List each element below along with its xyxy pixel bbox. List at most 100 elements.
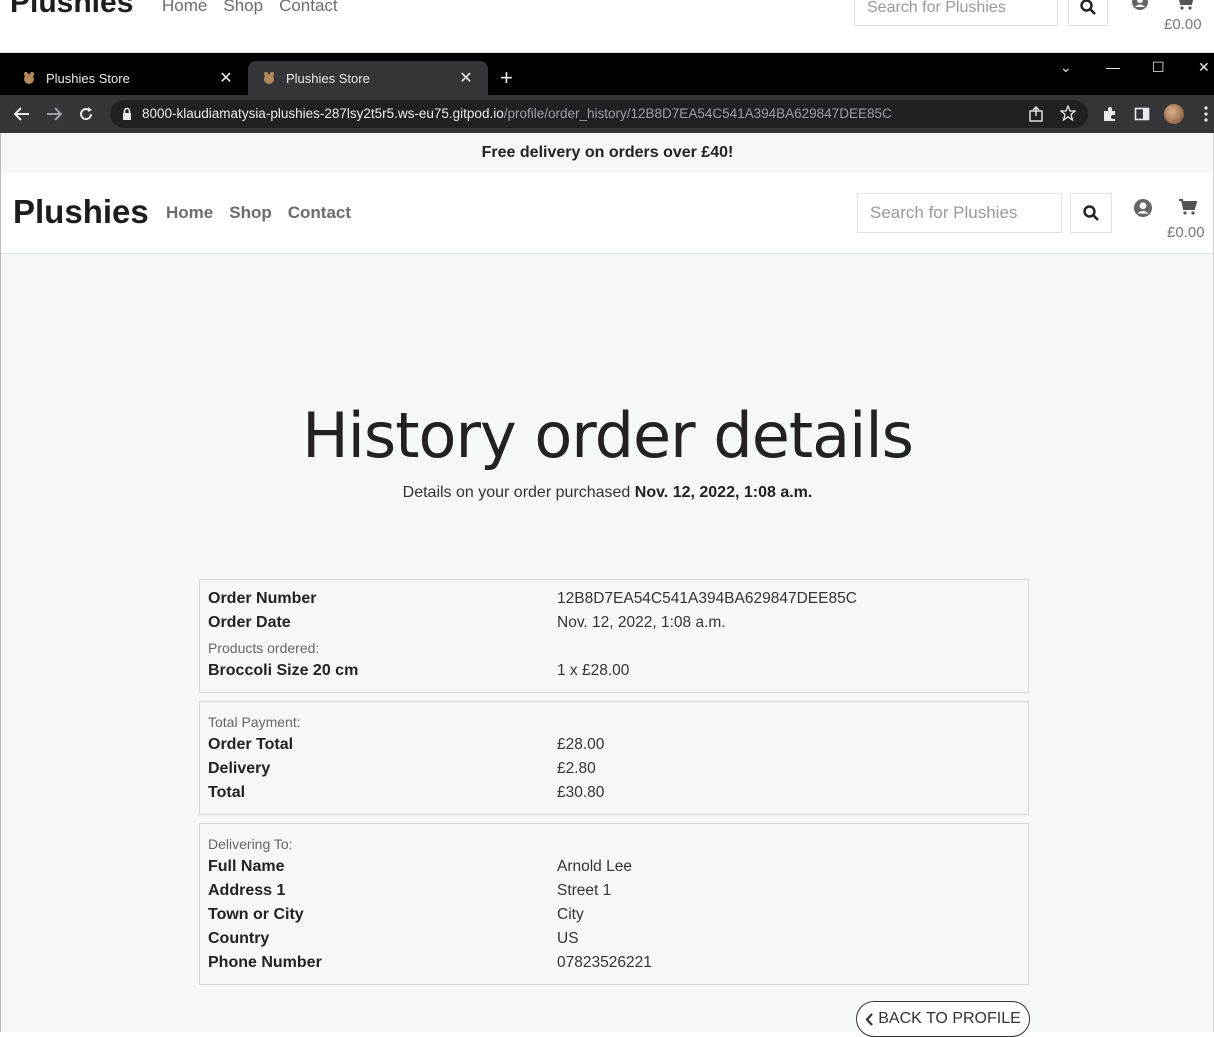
profile-avatar[interactable] — [1164, 104, 1184, 124]
phone-value: 07823526221 — [557, 954, 652, 971]
city-label: Town or City — [208, 906, 304, 923]
delivery-box: Delivering To: Full Name Arnold Lee Addr… — [199, 823, 1029, 985]
grand-total-value: £30.80 — [557, 784, 605, 801]
background-cart-total: £0.00 — [1164, 16, 1202, 33]
search-button[interactable] — [1070, 193, 1112, 233]
full-name-label: Full Name — [208, 858, 285, 875]
cart-icon[interactable] — [1179, 199, 1197, 215]
order-info-box: Order Number 12B8D7EA54C541A394BA629847D… — [199, 579, 1029, 693]
tab-title: Plushies Store — [46, 70, 130, 86]
share-icon[interactable] — [1028, 106, 1044, 122]
order-date-value: Nov. 12, 2022, 1:08 a.m. — [557, 614, 726, 631]
nav-shop[interactable]: Shop — [229, 203, 272, 223]
country-label: Country — [208, 930, 270, 947]
tab-title: Plushies Store — [286, 70, 370, 86]
cart-icon[interactable] — [1176, 0, 1194, 10]
order-total-label: Order Total — [208, 736, 294, 753]
order-total-value: £28.00 — [557, 736, 605, 753]
browser-tab-2[interactable]: Plushies Store ✕ — [248, 61, 488, 95]
side-panel-icon[interactable] — [1132, 104, 1152, 124]
back-to-profile-label: BACK TO PROFILE — [878, 1010, 1021, 1027]
order-date-row: Order Date Nov. 12, 2022, 1:08 a.m. — [208, 614, 1018, 638]
product-row: Broccoli Size 20 cm 1 x £28.00 — [208, 662, 1018, 686]
order-number-label: Order Number — [208, 590, 317, 607]
chevron-left-icon — [865, 1012, 874, 1026]
country-value: US — [557, 930, 579, 947]
address-bar[interactable]: 8000-klaudiamatysia-plushies-287lsy2t5r5… — [110, 100, 1088, 128]
city-value: City — [557, 906, 584, 923]
url-text: 8000-klaudiamatysia-plushies-287lsy2t5r5… — [142, 106, 892, 121]
country-row: Country US — [208, 930, 1018, 954]
menu-kebab-icon[interactable] — [1196, 104, 1214, 124]
back-arrow-icon[interactable] — [12, 104, 32, 124]
full-name-value: Arnold Lee — [557, 858, 632, 875]
full-name-row: Full Name Arnold Lee — [208, 858, 1018, 882]
browser-tab-1[interactable]: Plushies Store ✕ — [8, 61, 248, 95]
phone-row: Phone Number 07823526221 — [208, 954, 1018, 978]
main-nav: Home Shop Contact — [166, 203, 367, 223]
delivery-banner: Free delivery on orders over £40! — [1, 133, 1214, 173]
tab-strip: Plushies Store ✕ Plushies Store ✕ + ⌄ — … — [0, 53, 1214, 95]
order-date-label: Order Date — [208, 614, 291, 631]
background-page-header: Plushies Home Shop Contact Search for Pl… — [0, 0, 1214, 53]
browser-chrome: Plushies Store ✕ Plushies Store ✕ + ⌄ — … — [0, 53, 1214, 133]
maximize-icon[interactable]: ☐ — [1152, 59, 1165, 76]
nav-contact[interactable]: Contact — [288, 203, 351, 223]
site-navbar: Plushies Home Shop Contact £0.00 — [1, 173, 1214, 254]
delivery-label: Delivery — [208, 760, 271, 777]
search-input[interactable] — [857, 193, 1062, 233]
new-tab-icon[interactable]: + — [500, 67, 513, 89]
forward-arrow-icon[interactable] — [44, 104, 64, 124]
background-nav-contact[interactable]: Contact — [279, 0, 338, 16]
subtitle-prefix: Details on your order purchased — [402, 484, 635, 501]
product-qty-price: 1 x £28.00 — [557, 662, 630, 679]
background-search-input[interactable]: Search for Plushies — [854, 0, 1058, 26]
search-icon — [1080, 0, 1096, 15]
background-nav: Home Shop Contact — [162, 0, 338, 16]
page-subtitle: Details on your order purchased Nov. 12,… — [1, 484, 1214, 502]
lock-icon — [123, 107, 131, 120]
tab-search-icon[interactable]: ⌄ — [1060, 59, 1072, 76]
search-icon — [1083, 205, 1099, 221]
page-title: History order details — [302, 399, 914, 472]
url-path: /profile/order_history/12B8D7EA54C541A39… — [503, 106, 892, 121]
grand-total-label: Total — [208, 784, 246, 801]
address-value: Street 1 — [557, 882, 612, 899]
background-logo: Plushies — [10, 0, 134, 19]
minimize-icon[interactable]: — — [1106, 59, 1120, 75]
grand-total-row: Total £30.80 — [208, 784, 1018, 808]
close-tab-icon[interactable]: ✕ — [458, 68, 474, 88]
phone-label: Phone Number — [208, 954, 322, 971]
user-icon[interactable] — [1134, 199, 1152, 217]
order-number-value: 12B8D7EA54C541A394BA629847DEE85C — [557, 590, 857, 607]
extensions-icon[interactable] — [1100, 104, 1120, 124]
background-nav-home[interactable]: Home — [162, 0, 207, 16]
background-nav-shop[interactable]: Shop — [223, 0, 263, 16]
address-label: Address 1 — [208, 882, 286, 899]
url-host: 8000-klaudiamatysia-plushies-287lsy2t5r5… — [142, 106, 504, 121]
bookmark-star-icon[interactable] — [1060, 105, 1076, 121]
close-window-icon[interactable]: ✕ — [1198, 59, 1210, 76]
cart-total[interactable]: £0.00 — [1167, 224, 1205, 241]
purchase-date: Nov. 12, 2022, 1:08 a.m. — [634, 484, 813, 501]
address-row: Address 1 Street 1 — [208, 882, 1018, 906]
browser-toolbar: 8000-klaudiamatysia-plushies-287lsy2t5r5… — [0, 95, 1214, 133]
site-logo[interactable]: Plushies — [13, 193, 149, 231]
favicon-icon — [262, 71, 276, 85]
payment-box: Total Payment: Order Total £28.00 Delive… — [199, 701, 1029, 815]
delivery-value: £2.80 — [557, 760, 596, 777]
city-row: Town or City City — [208, 906, 1018, 930]
reload-icon[interactable] — [76, 104, 96, 124]
products-heading: Products ordered: — [208, 640, 320, 656]
order-number-row: Order Number 12B8D7EA54C541A394BA629847D… — [208, 590, 1018, 614]
delivery-heading: Delivering To: — [208, 836, 293, 852]
close-tab-icon[interactable]: ✕ — [218, 68, 234, 88]
payment-heading: Total Payment: — [208, 714, 301, 730]
user-icon[interactable] — [1132, 0, 1148, 10]
background-search-button[interactable] — [1068, 0, 1108, 26]
product-name: Broccoli Size 20 cm — [208, 662, 359, 679]
delivery-row: Delivery £2.80 — [208, 760, 1018, 784]
nav-home[interactable]: Home — [166, 203, 213, 223]
order-total-row: Order Total £28.00 — [208, 736, 1018, 760]
favicon-icon — [22, 71, 36, 85]
